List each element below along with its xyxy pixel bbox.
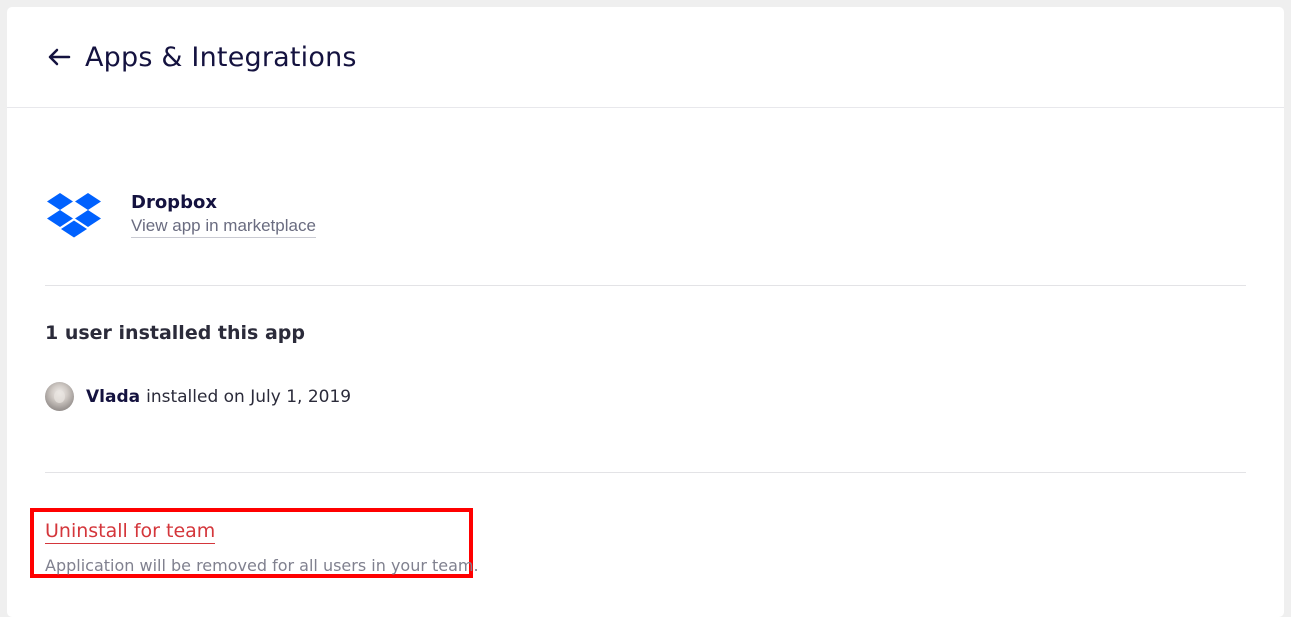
arrow-left-icon[interactable] xyxy=(47,47,71,67)
app-name: Dropbox xyxy=(131,192,217,213)
install-list-item: Vlada installed on July 1, 2019 xyxy=(45,382,351,411)
avatar xyxy=(45,382,74,411)
marketplace-link[interactable]: View app in marketplace xyxy=(131,215,316,238)
app-detail-content: Dropbox View app in marketplace 1 user i… xyxy=(7,108,1284,613)
app-info-row: Dropbox View app in marketplace xyxy=(45,108,1246,286)
uninstall-description: Application will be removed for all user… xyxy=(45,556,479,575)
app-meta: Dropbox View app in marketplace xyxy=(131,191,316,238)
uninstall-for-team-button[interactable]: Uninstall for team xyxy=(45,519,216,544)
uninstall-section: Uninstall for team Application will be r… xyxy=(30,473,1246,613)
install-date-text: installed on July 1, 2019 xyxy=(146,386,352,407)
installs-section: 1 user installed this app Vlada installe… xyxy=(45,286,1246,473)
install-user-name[interactable]: Vlada xyxy=(86,387,140,407)
page-title: Apps & Integrations xyxy=(85,41,357,73)
installs-heading: 1 user installed this app xyxy=(45,322,305,344)
dropbox-logo-icon xyxy=(46,192,102,242)
apps-card: Apps & Integrations Dropbox View app in … xyxy=(7,7,1284,617)
page-header: Apps & Integrations xyxy=(7,7,1284,108)
